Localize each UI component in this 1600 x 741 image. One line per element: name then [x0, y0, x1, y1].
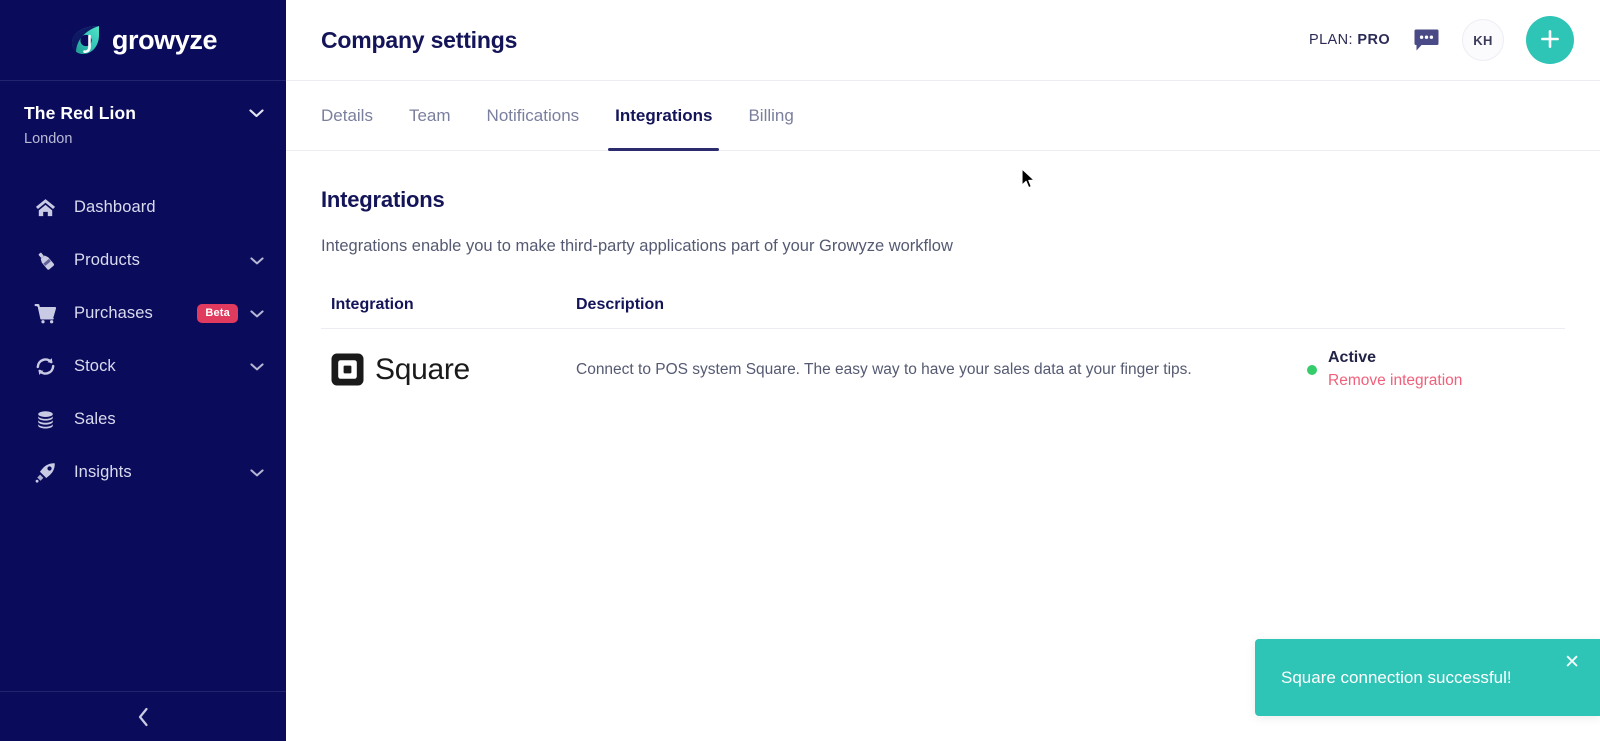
sidebar: growyze The Red Lion London Dashboard Pr…: [0, 0, 286, 741]
sidebar-item-label: Dashboard: [74, 198, 156, 216]
org-selector[interactable]: The Red Lion London: [0, 81, 286, 147]
tab-label: Details: [321, 105, 373, 125]
table-row: Square Connect to POS system Square. The…: [321, 329, 1565, 410]
settings-tabs: Details Team Notifications Integrations …: [286, 81, 1600, 151]
sidebar-item-label: Insights: [74, 463, 132, 481]
brand-logo[interactable]: growyze: [0, 0, 286, 81]
main-area: Company settings PLAN: PRO KH Details Te…: [286, 0, 1600, 741]
page-title: Company settings: [321, 26, 518, 53]
sidebar-item-stock[interactable]: Stock: [0, 340, 286, 393]
chevron-down-icon[interactable]: [250, 468, 264, 477]
avatar[interactable]: KH: [1462, 19, 1504, 61]
integration-name: Square: [375, 352, 470, 386]
sync-refresh-icon: [33, 355, 57, 379]
brand-name: growyze: [111, 24, 218, 55]
tab-integrations[interactable]: Integrations: [597, 81, 730, 151]
bottle-icon: [33, 249, 57, 273]
sidebar-item-label: Products: [74, 251, 140, 269]
integration-status: Active Remove integration: [1307, 349, 1557, 390]
tab-label: Integrations: [615, 105, 713, 125]
plan-badge: PLAN: PRO: [1309, 32, 1390, 48]
tab-label: Notifications: [486, 105, 580, 125]
sidebar-item-purchases[interactable]: Purchases Beta: [0, 287, 286, 340]
rocket-icon: [33, 461, 57, 485]
square-logo-icon: [331, 353, 364, 386]
section-heading: Integrations: [321, 187, 445, 212]
plus-icon: [1539, 28, 1561, 53]
tab-label: Team: [408, 105, 451, 125]
org-location: London: [24, 131, 73, 147]
beta-badge: Beta: [197, 304, 238, 323]
sidebar-item-sales[interactable]: Sales: [0, 393, 286, 446]
growyze-leaf-logo-icon: [69, 23, 103, 57]
app-root: growyze The Red Lion London Dashboard Pr…: [0, 0, 1600, 741]
top-bar: Company settings PLAN: PRO KH: [286, 0, 1600, 81]
sidebar-item-label: Stock: [74, 357, 116, 375]
top-bar-actions: PLAN: PRO KH: [1309, 16, 1574, 64]
remove-integration-link[interactable]: Remove integration: [1328, 372, 1462, 390]
status-dot-icon: [1307, 364, 1317, 375]
integrations-table: Integration Description Square Connect t…: [321, 296, 1565, 410]
section-description: Integrations enable you to make third-pa…: [321, 237, 953, 255]
plan-prefix: PLAN:: [1309, 32, 1353, 48]
tab-team[interactable]: Team: [391, 81, 469, 150]
toast-notification: Square connection successful! ✕: [1255, 639, 1600, 716]
table-header-row: Integration Description: [321, 296, 1565, 329]
chevron-left-icon: [137, 707, 150, 727]
sidebar-item-label: Purchases: [74, 304, 153, 322]
chat-bubble-icon[interactable]: [1412, 27, 1440, 53]
toast-message: Square connection successful!: [1281, 667, 1512, 687]
column-header-integration: Integration: [331, 296, 414, 313]
sidebar-item-products[interactable]: Products: [0, 234, 286, 287]
sidebar-collapse-button[interactable]: [0, 691, 286, 741]
integrations-panel: Integrations Integrations enable you to …: [286, 151, 1600, 410]
sidebar-nav: Dashboard Products Purchases Beta Stock …: [0, 181, 286, 499]
sidebar-item-insights[interactable]: Insights: [0, 446, 286, 499]
coins-stack-icon: [33, 408, 57, 432]
plan-value: PRO: [1357, 32, 1390, 48]
add-button[interactable]: [1526, 16, 1574, 64]
status-badge: Active: [1328, 349, 1377, 366]
shopping-cart-icon: [33, 302, 57, 326]
close-icon[interactable]: ✕: [1564, 653, 1580, 672]
tab-notifications[interactable]: Notifications: [469, 81, 598, 150]
chevron-down-icon[interactable]: [250, 362, 264, 371]
tab-label: Billing: [748, 105, 794, 125]
column-header-description: Description: [576, 296, 665, 313]
integration-cell: Square: [331, 353, 576, 387]
tab-billing[interactable]: Billing: [730, 81, 811, 150]
home-icon: [33, 196, 57, 220]
chevron-down-icon[interactable]: [250, 309, 264, 318]
chevron-down-icon[interactable]: [250, 256, 264, 265]
sidebar-item-dashboard[interactable]: Dashboard: [0, 181, 286, 234]
tab-details[interactable]: Details: [303, 81, 391, 150]
sidebar-item-label: Sales: [74, 410, 116, 428]
org-name: The Red Lion: [24, 103, 137, 123]
chevron-down-icon[interactable]: [249, 109, 264, 118]
integration-description: Connect to POS system Square. The easy w…: [576, 360, 1192, 378]
